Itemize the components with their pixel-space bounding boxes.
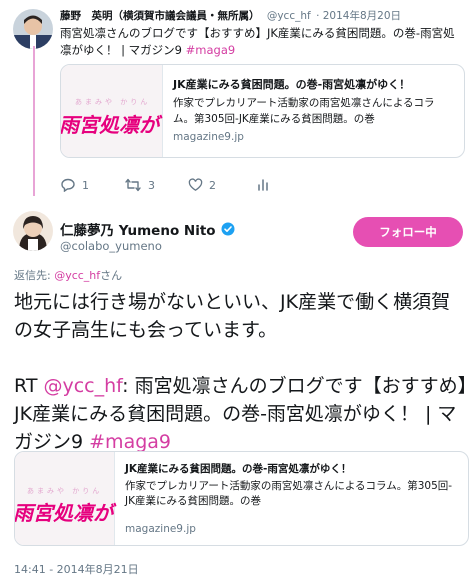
parent-card-url: magazine9.jp xyxy=(173,131,244,143)
retweet-count: 3 xyxy=(148,178,155,192)
like-action[interactable]: 2 xyxy=(188,178,216,192)
main-card-thumb-big: 雨宮処凛が xyxy=(14,501,113,525)
retweet-action[interactable]: 3 xyxy=(124,178,155,192)
main-tweet-line1: 地元には行き場がないといい、JK産業で働く横須賀の女子高生にも会っています。 xyxy=(14,291,451,341)
reply-to-mention[interactable]: @ycc_hf xyxy=(54,269,100,282)
reply-icon xyxy=(61,178,75,192)
reply-action[interactable]: 1 xyxy=(60,178,89,192)
parent-header: 藤野 英明（横須賀市議会議員・無所属） @ycc_hf · 2014年8月20日 xyxy=(60,8,401,23)
main-tweet-rt-paragraph: RT @ycc_hf: 雨宮処凛さんのブログです【おすすめ】JK産業にみる貧困問… xyxy=(14,372,469,456)
main-author-handle[interactable]: @colabo_yumeno xyxy=(60,239,162,253)
main-card-thumb-small: あまみや かりん xyxy=(27,487,103,495)
parent-card-description: 作家でプレカリアート活動家の雨宮処凛さんによるコラム。第305回-JK産業にみる… xyxy=(173,97,435,125)
parent-text-body: 雨宮処凛さんのブログです【おすすめ】JK産業にみる貧困問題。の巻-雨宮処凛がゆく… xyxy=(60,26,455,57)
parent-actions: 1 3 2 xyxy=(60,178,390,198)
reply-to-line: 返信先: @ycc_hfさん xyxy=(14,267,122,283)
thread-line xyxy=(33,46,35,196)
reply-to-prefix: 返信先: xyxy=(14,269,55,282)
reply-count: 1 xyxy=(82,178,89,192)
parent-card-title: JK産業にみる貧困問題。の巻-雨宮処凛がゆく！ xyxy=(173,78,411,91)
following-button[interactable]: フォロー中 xyxy=(353,217,463,247)
parent-card-thumb-big: 雨宮処凛が xyxy=(60,113,159,137)
verified-badge-icon xyxy=(221,222,235,236)
retweet-icon xyxy=(125,178,141,192)
rt-prefix: RT xyxy=(14,375,44,397)
parent-card-thumb-small: あまみや かりん xyxy=(75,98,151,106)
main-tweet-timestamp[interactable]: 14:41 - 2014年8月21日 xyxy=(14,561,139,577)
reply-to-suffix: さん xyxy=(100,269,123,282)
parent-author-handle[interactable]: @ycc_hf xyxy=(267,10,311,22)
main-card-thumbnail: あまみや かりん 雨宮処凛が xyxy=(15,452,115,545)
heart-icon xyxy=(188,178,203,191)
parent-card-thumbnail: あまみや かりん 雨宮処凛が xyxy=(61,65,163,157)
main-card-url: magazine9.jp xyxy=(125,523,196,535)
analytics-action[interactable] xyxy=(256,178,270,192)
main-avatar[interactable] xyxy=(13,211,53,251)
main-card-description: 作家でプレカリアート活動家の雨宮処凛さんによるコラム。第305回-JK産業にみる… xyxy=(125,480,453,507)
parent-hashtag[interactable]: #maga9 xyxy=(186,43,236,57)
parent-author-name[interactable]: 藤野 英明（横須賀市議会議員・無所属） xyxy=(60,10,260,22)
main-hashtag[interactable]: #maga9 xyxy=(89,431,171,453)
like-count: 2 xyxy=(209,178,216,192)
parent-avatar[interactable] xyxy=(13,9,53,49)
main-link-card[interactable]: あまみや かりん 雨宮処凛が JK産業にみる貧困問題。の巻-雨宮処凛がゆく！ 作… xyxy=(14,451,469,546)
parent-tweet[interactable]: 藤野 英明（横須賀市議会議員・無所属） @ycc_hf · 2014年8月20日… xyxy=(0,0,474,205)
main-author-name-row[interactable]: 仁藤夢乃 Yumeno Nito xyxy=(60,219,235,239)
analytics-icon xyxy=(258,179,268,191)
parent-tweet-text: 雨宮処凛さんのブログです【おすすめ】JK産業にみる貧困問題。の巻-雨宮処凛がゆく… xyxy=(60,25,465,59)
main-card-title: JK産業にみる貧困問題。の巻-雨宮処凛がゆく！ xyxy=(125,463,352,475)
rt-mention[interactable]: @ycc_hf xyxy=(43,375,122,397)
main-tweet-text: 地元には行き場がないといい、JK産業で働く横須賀の女子高生にも会っています。 R… xyxy=(14,288,469,456)
main-author-name[interactable]: 仁藤夢乃 Yumeno Nito xyxy=(60,219,216,239)
parent-date[interactable]: · 2014年8月20日 xyxy=(316,10,401,22)
parent-link-card[interactable]: あまみや かりん 雨宮処凛が JK産業にみる貧困問題。の巻-雨宮処凛がゆく！ 作… xyxy=(60,64,465,158)
